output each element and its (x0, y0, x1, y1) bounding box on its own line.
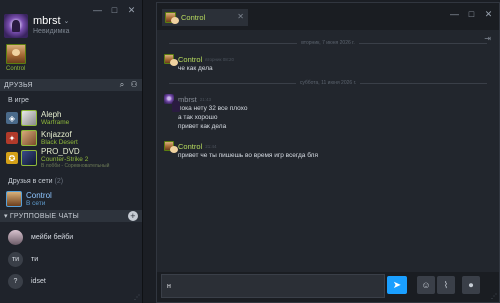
friend-name: Aleph (41, 110, 62, 119)
avatar: ти (8, 251, 23, 267)
search-icon[interactable]: ⌕ (120, 80, 125, 90)
avatar (8, 229, 23, 245)
message-group: Control 21:44 привет че ты пишешь во вре… (164, 141, 484, 160)
group-chat-item[interactable]: ? idset (8, 273, 46, 289)
friend-game: Counter-Strike 2 (41, 156, 89, 163)
chevron-down-icon[interactable]: ▾ (4, 212, 8, 220)
avatar[interactable] (164, 141, 178, 153)
friend-game: Black Desert (41, 139, 78, 146)
chat-tab-bar: Control ✕ — □ ✕ (157, 3, 499, 30)
black-desert-game-icon: ✦ (6, 132, 18, 144)
warframe-game-icon: ◈ (6, 112, 18, 124)
close-icon[interactable]: ✕ (237, 12, 244, 21)
username: mbrst (33, 15, 61, 27)
chat-window: Control ✕ — □ ✕ ⇥ вторник, 7 июня 2026 г… (156, 2, 500, 303)
date-divider: суббота, 11 июня 2026 г. (169, 79, 487, 87)
recent-chat-label: Control (6, 66, 26, 72)
resize-grip-icon[interactable]: ⋰ (134, 294, 140, 301)
group-chat-item[interactable]: мейби бейби (8, 229, 73, 245)
message-text: привет че ты пишешь во время игр всегда … (178, 152, 318, 159)
avatar: ? (8, 273, 23, 289)
add-group-chat-icon[interactable]: + (128, 211, 138, 221)
friend-name: Control (26, 191, 52, 200)
avatar (6, 191, 22, 207)
maximize-icon[interactable]: □ (467, 10, 476, 19)
message-input-bar: н ➤ ☺ ⌇ ⏺ ⋰ (157, 272, 499, 302)
friends-header-label: ДРУЗЬЯ (4, 81, 33, 89)
online-friends-heading: Друзья в сети (2) (8, 178, 63, 185)
message-text: а так хорошо (178, 114, 218, 121)
message-time: 21:44 (205, 143, 217, 149)
avatar[interactable] (164, 94, 180, 112)
friend-status: В сети (26, 200, 46, 207)
date-divider-label: вторник, 7 июня 2026 г. (301, 40, 355, 46)
recent-chat-control[interactable]: Control (6, 44, 30, 72)
friend-item-knjazzof[interactable]: ✦ Knjazzof Black Desert (6, 128, 140, 148)
avatar (21, 150, 37, 166)
date-divider-label: суббота, 11 июня 2026 г. (299, 80, 357, 86)
resize-grip-icon[interactable]: ⋰ (491, 293, 497, 300)
message-sender[interactable]: Control (178, 142, 202, 151)
tab-label: Control (181, 13, 206, 22)
group-chat-item[interactable]: ти ти (8, 251, 38, 267)
group-chat-name: мейби бейби (31, 233, 74, 241)
friend-item-pro-dvd[interactable]: ✪ PRO_DVD Counter-Strike 2 В лобби - Сор… (6, 147, 140, 169)
friend-game-status: В лобби - Соревновательный (41, 163, 110, 169)
close-icon[interactable]: ✕ (484, 10, 493, 19)
message-time: 21:43 (199, 96, 212, 102)
minimize-icon[interactable]: — (450, 10, 459, 19)
user-status: Невидимка (33, 28, 70, 35)
message-text: пока нету 32 все плохо (178, 105, 248, 112)
message-group: mbrst 21:43 пока нету 32 все плохо а так… (164, 94, 484, 131)
avatar (21, 130, 37, 146)
friends-section-header[interactable]: ДРУЗЬЯ ⌕ ⚇ (0, 79, 142, 91)
voice-button[interactable]: ⏺ (462, 276, 480, 294)
window-controls: — □ ✕ (450, 10, 493, 19)
message-text: че как дела (178, 65, 213, 72)
message-group: Control вторник 08:20 че как дела (164, 54, 484, 73)
voice-icon: ⏺ (468, 279, 474, 290)
user-profile-bar[interactable]: mbrst ⌄ Невидимка (4, 14, 139, 38)
online-count: (2) (54, 178, 64, 185)
tab-control[interactable]: Control ✕ (162, 9, 248, 26)
date-divider: вторник, 7 июня 2026 г. (169, 39, 487, 47)
smiley-icon: ☺ (421, 280, 431, 290)
group-chat-name: ти (31, 255, 39, 263)
paperclip-icon: ⌇ (443, 279, 449, 290)
add-friend-icon[interactable]: ⚇ (131, 80, 138, 90)
cs2-game-icon: ✪ (6, 152, 18, 164)
friend-name: PRO_DVD (41, 147, 80, 156)
group-chat-name: idset (31, 277, 46, 285)
in-game-heading: В игре (8, 97, 29, 104)
chevron-down-icon[interactable]: ⌄ (64, 16, 70, 27)
avatar[interactable] (164, 54, 178, 66)
avatar (165, 12, 179, 24)
message-time: вторник 08:20 (205, 56, 234, 62)
message-input[interactable]: н (161, 274, 385, 298)
friend-item-aleph[interactable]: ◈ Aleph Warframe (6, 108, 140, 128)
friend-name: Knjazzof (41, 130, 72, 139)
online-label: Друзья в сети (8, 178, 53, 185)
message-sender[interactable]: Control (178, 55, 202, 64)
message-text: привет как дела (178, 123, 227, 130)
attach-button[interactable]: ⌇ (437, 276, 455, 294)
avatar (6, 44, 26, 64)
group-chats-header[interactable]: ▾ ГРУППОВЫЕ ЧАТЫ + (0, 210, 142, 222)
send-icon: ➤ (392, 279, 402, 291)
message-sender[interactable]: mbrst (178, 95, 197, 104)
avatar[interactable] (4, 14, 28, 38)
friend-item-control[interactable]: Control В сети (6, 189, 140, 209)
friends-list-window: — □ ✕ mbrst ⌄ Невидимка Control ДРУЗЬЯ ⌕… (0, 0, 143, 303)
friend-game: Warframe (41, 119, 70, 126)
emoticon-button[interactable]: ☺ (417, 276, 435, 294)
group-chats-label: ГРУППОВЫЕ ЧАТЫ (9, 212, 80, 220)
send-button[interactable]: ➤ (387, 276, 407, 294)
avatar (21, 110, 37, 126)
